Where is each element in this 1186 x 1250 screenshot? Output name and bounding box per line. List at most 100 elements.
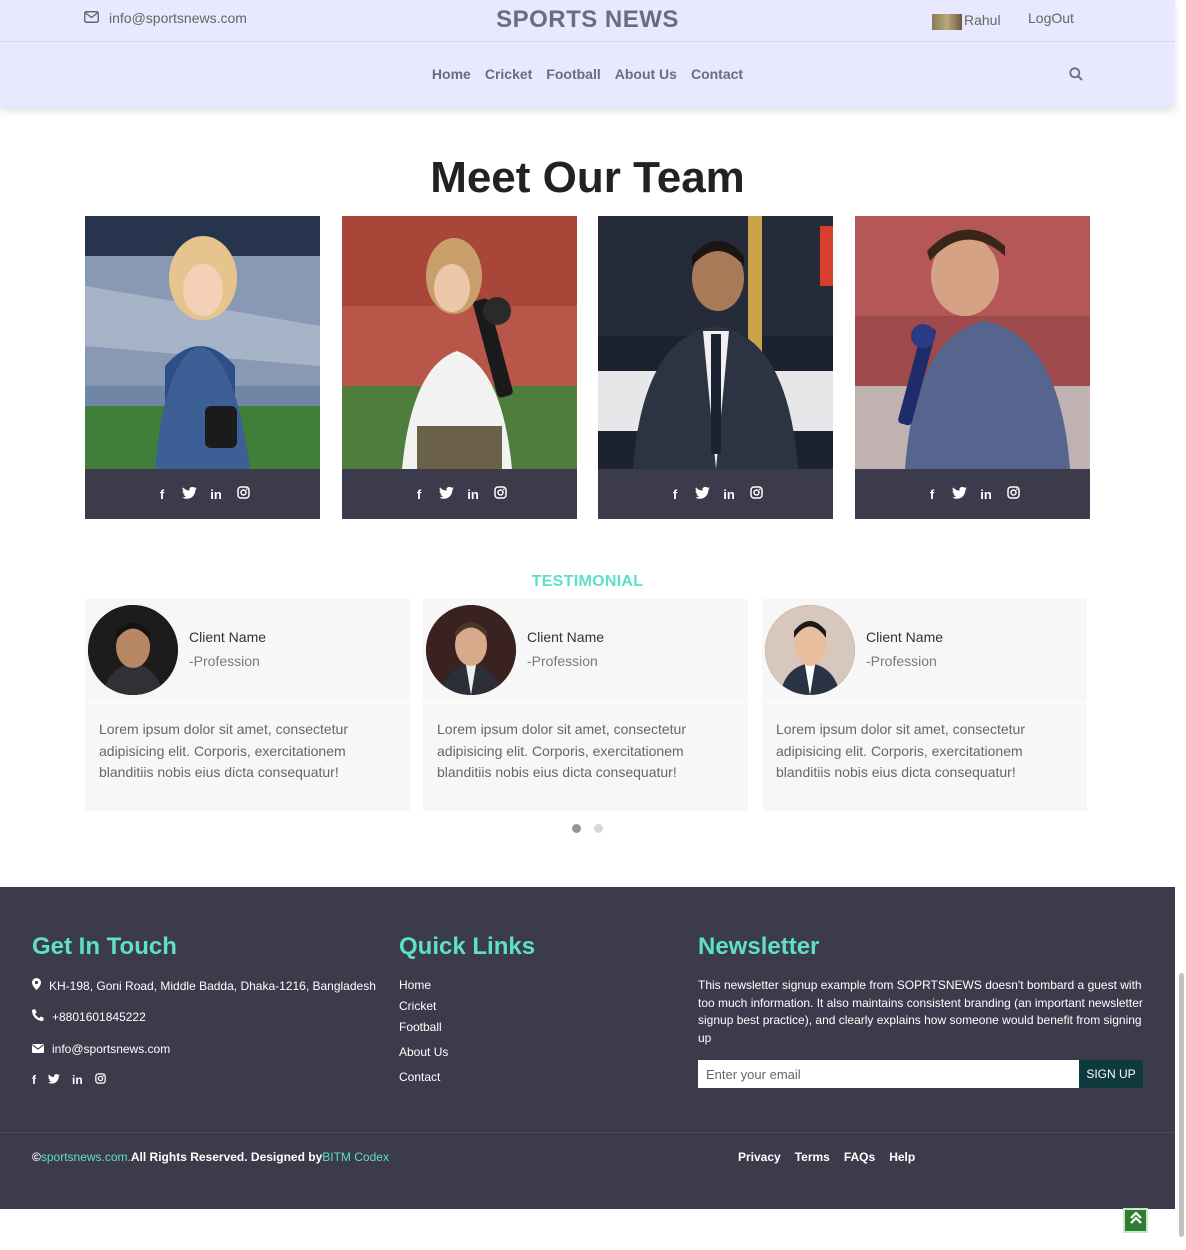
nav-home[interactable]: Home (432, 66, 471, 82)
instagram-icon[interactable] (235, 486, 251, 502)
testimonial-header: Client Name -Profession (85, 599, 410, 703)
testimonial-card: Client Name -Profession Lorem ipsum dolo… (85, 599, 410, 811)
team-social-links: f in (598, 469, 833, 519)
facebook-icon[interactable]: f (924, 487, 940, 502)
team-social-links: f in (855, 469, 1090, 519)
twitter-icon[interactable] (951, 486, 967, 502)
copyright-site-link[interactable]: sportsnews.com. (41, 1150, 131, 1164)
client-name: Client Name (527, 629, 605, 645)
logout-link[interactable]: LogOut (1028, 10, 1074, 26)
twitter-icon[interactable] (181, 486, 197, 502)
team-social-links: f in (342, 469, 577, 519)
footer-link-contact[interactable]: Contact (399, 1070, 440, 1084)
instagram-icon[interactable] (94, 1073, 106, 1087)
footer-email[interactable]: info@sportsnews.com (32, 1042, 170, 1056)
team-section-title: Meet Our Team (430, 153, 745, 202)
avatar (932, 14, 962, 30)
team-social-links: f in (85, 469, 320, 519)
main-nav: Home Cricket Football About Us Contact (0, 66, 1175, 82)
newsletter-description: This newsletter signup example from SOPR… (698, 978, 1143, 1045)
copyright-symbol: © (32, 1150, 41, 1164)
twitter-icon[interactable] (48, 1073, 60, 1087)
copyright-text: All Rights Reserved. Designed by (130, 1150, 323, 1164)
top-bar: info@sportsnews.com SPORTS NEWS Rahul Lo… (0, 0, 1175, 42)
map-marker-icon (32, 978, 41, 993)
client-avatar (88, 605, 178, 695)
signup-button[interactable]: SIGN UP (1079, 1060, 1143, 1088)
footer-divider (0, 1132, 1175, 1133)
twitter-icon[interactable] (694, 486, 710, 502)
team-card: f in (342, 216, 577, 519)
copyright: ©sportsnews.com.All Rights Reserved. Des… (32, 1150, 389, 1164)
footer-contact-title: Get In Touch (32, 933, 177, 960)
scroll-to-top-button[interactable] (1123, 1208, 1148, 1233)
double-chevron-up-icon (1129, 1211, 1143, 1230)
footer-phone[interactable]: +8801601845222 (31, 1009, 146, 1024)
instagram-icon[interactable] (748, 486, 764, 502)
terms-link[interactable]: Terms (795, 1150, 830, 1164)
linkedin-icon[interactable]: in (721, 487, 737, 502)
linkedin-icon[interactable]: in (465, 487, 481, 502)
testimonial-header: Client Name -Profession (423, 599, 748, 703)
footer-link-home[interactable]: Home (399, 978, 431, 992)
facebook-icon[interactable]: f (154, 487, 170, 502)
user-menu[interactable]: Rahul (932, 10, 1001, 30)
team-member-photo (342, 216, 577, 469)
team-card: f in (855, 216, 1090, 519)
testimonial-text: Lorem ipsum dolor sit amet, consectetur … (776, 721, 1025, 780)
twitter-icon[interactable] (438, 486, 454, 502)
team-member-photo (85, 216, 320, 469)
testimonial-text: Lorem ipsum dolor sit amet, consectetur … (99, 721, 348, 780)
footer-legal-links: Privacy Terms FAQs Help (738, 1150, 915, 1164)
footer-email-text: info@sportsnews.com (52, 1042, 171, 1056)
facebook-icon[interactable]: f (32, 1073, 36, 1087)
client-profession: -Profession (527, 653, 598, 669)
privacy-link[interactable]: Privacy (738, 1150, 781, 1164)
footer-link-football[interactable]: Football (399, 1020, 442, 1034)
help-link[interactable]: Help (889, 1150, 915, 1164)
nav-football[interactable]: Football (546, 66, 600, 82)
client-name: Client Name (189, 629, 267, 645)
footer-newsletter-title: Newsletter (698, 933, 820, 960)
footer-phone-text: +8801601845222 (52, 1009, 146, 1024)
footer-address-text: KH-198, Goni Road, Middle Badda, Dhaka-1… (49, 978, 376, 993)
footer-link-about-us[interactable]: About Us (399, 1045, 448, 1059)
client-avatar (426, 605, 516, 695)
newsletter-email-input[interactable] (698, 1060, 1079, 1088)
faqs-link[interactable]: FAQs (844, 1150, 875, 1164)
scrollbar-thumb[interactable] (1179, 973, 1184, 1237)
nav-about-us[interactable]: About Us (615, 66, 677, 82)
linkedin-icon[interactable]: in (208, 487, 224, 502)
testimonial-header: Client Name -Profession (762, 599, 1087, 703)
instagram-icon[interactable] (1005, 486, 1021, 502)
testimonial-title: TESTIMONIAL (531, 573, 644, 590)
nav-cricket[interactable]: Cricket (485, 66, 532, 82)
instagram-icon[interactable] (492, 486, 508, 502)
team-card: f in (598, 216, 833, 519)
page-scrollbar[interactable] (1176, 660, 1186, 1250)
search-icon[interactable] (1069, 67, 1083, 86)
testimonial-text: Lorem ipsum dolor sit amet, consectetur … (437, 721, 686, 780)
footer-link-cricket[interactable]: Cricket (399, 999, 436, 1013)
testimonial-card: Client Name -Profession Lorem ipsum dolo… (762, 599, 1087, 811)
team-member-photo (855, 216, 1090, 469)
carousel-dot-1[interactable] (572, 824, 581, 833)
testimonial-card: Client Name -Profession Lorem ipsum dolo… (423, 599, 748, 811)
carousel-pagination (572, 824, 603, 833)
linkedin-icon[interactable]: in (72, 1073, 83, 1087)
envelope-icon (32, 1042, 44, 1056)
carousel-dot-2[interactable] (594, 824, 603, 833)
nav-contact[interactable]: Contact (691, 66, 743, 82)
user-name: Rahul (964, 12, 1001, 28)
phone-icon (31, 1009, 44, 1024)
site-footer: Get In Touch KH-198, Goni Road, Middle B… (0, 887, 1175, 1209)
team-member-photo (598, 216, 833, 469)
client-profession: -Profession (189, 653, 260, 669)
facebook-icon[interactable]: f (667, 487, 683, 502)
footer-links-title: Quick Links (399, 933, 536, 960)
footer-social-links: f in (32, 1073, 106, 1087)
site-header: info@sportsnews.com SPORTS NEWS Rahul Lo… (0, 0, 1175, 107)
facebook-icon[interactable]: f (411, 487, 427, 502)
designer-link[interactable]: BITM Codex (322, 1150, 389, 1164)
linkedin-icon[interactable]: in (978, 487, 994, 502)
